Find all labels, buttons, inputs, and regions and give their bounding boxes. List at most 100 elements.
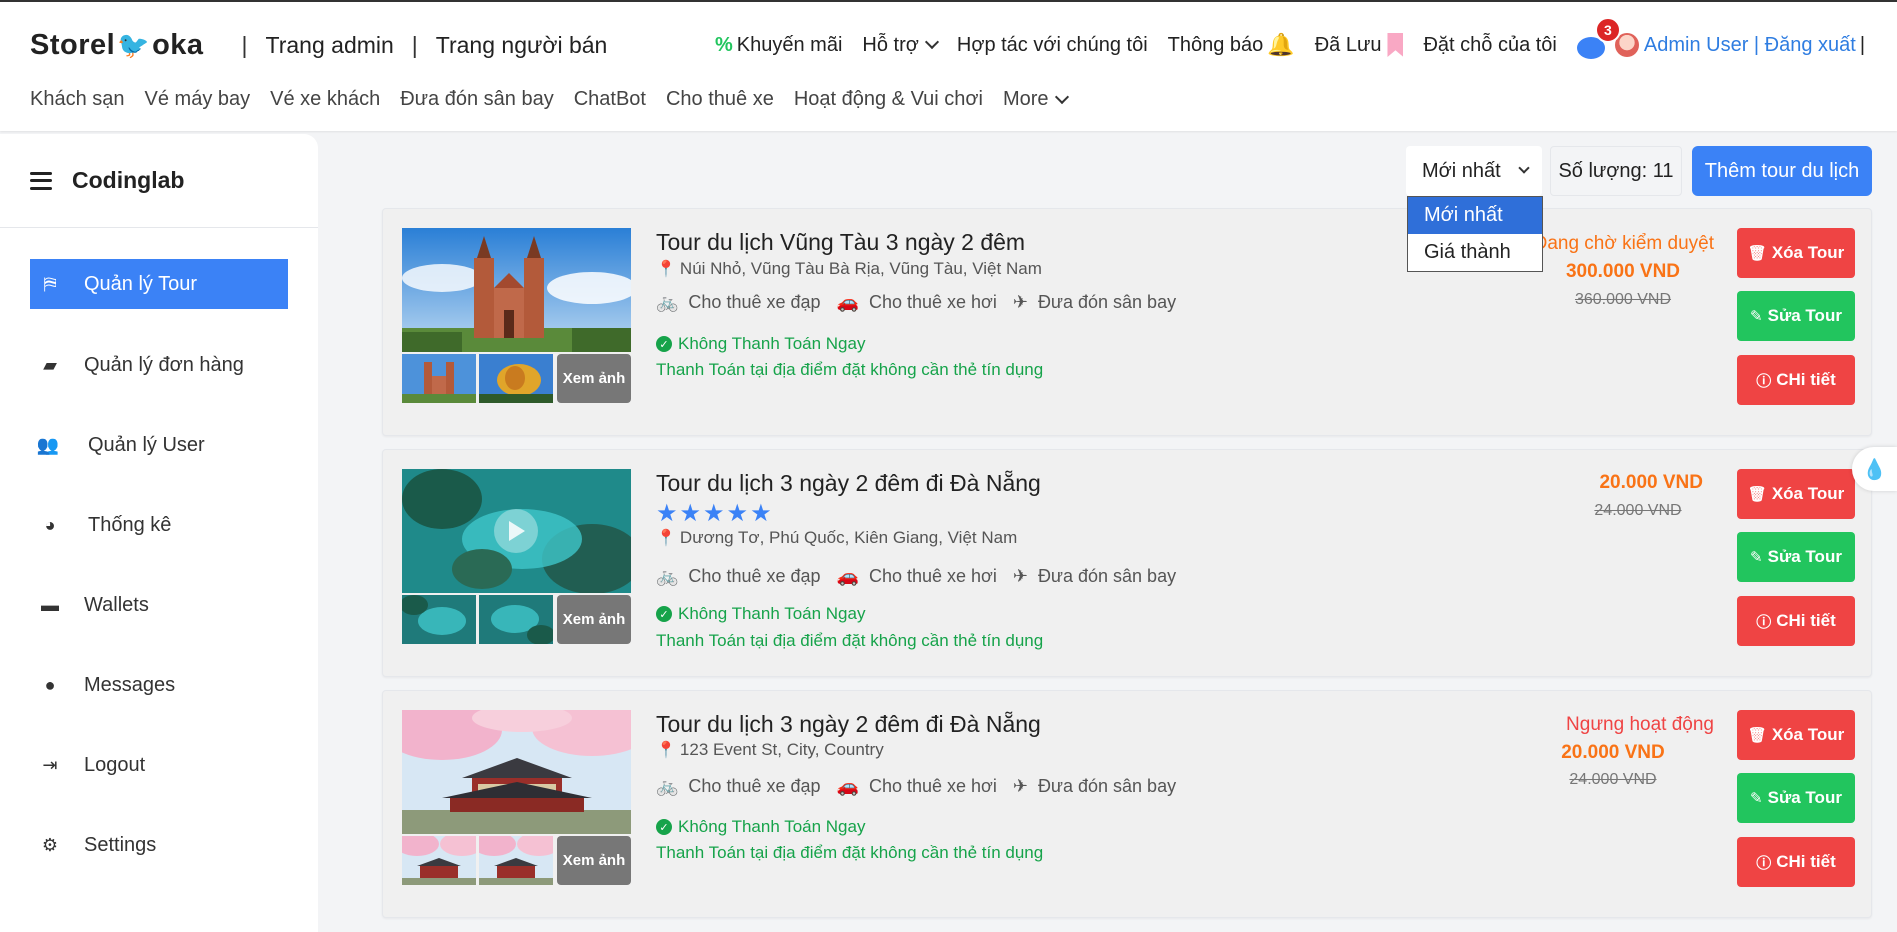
- delete-tour-button[interactable]: 🗑 Xóa Tour: [1737, 710, 1855, 760]
- edit-tour-button[interactable]: ✎ Sửa Tour: [1737, 532, 1855, 582]
- notifications-label: Thông báo: [1167, 33, 1264, 56]
- sidebar-item-settings[interactable]: ⚙ Settings: [30, 820, 288, 870]
- gear-icon: ⚙: [41, 834, 59, 855]
- nav-car-rental[interactable]: Cho thuê xe: [666, 88, 774, 111]
- sidebar-item-users[interactable]: 👥 Quản lý User: [30, 420, 288, 470]
- detail-label: CHi tiết: [1776, 370, 1836, 389]
- see-photos-button[interactable]: Xem ảnh: [557, 595, 631, 644]
- detail-label: CHi tiết: [1776, 852, 1836, 871]
- support-label: Hỗ trợ: [862, 33, 919, 56]
- sparkle-drop-icon[interactable]: 💧: [1852, 447, 1897, 491]
- nav-more-label: More: [1002, 88, 1049, 110]
- edit-icon: ✎: [1750, 549, 1763, 566]
- check-circle-icon: ✓: [656, 336, 672, 352]
- nav-hotels[interactable]: Khách sạn: [30, 88, 125, 111]
- star-icon: ★: [703, 500, 725, 527]
- trash-icon: 🗑: [1747, 486, 1767, 503]
- saved-link[interactable]: Đã Lưu: [1315, 33, 1404, 57]
- sidebar-item-wallets[interactable]: ▬ Wallets: [30, 580, 288, 630]
- tour-thumbnail[interactable]: [402, 836, 476, 885]
- sort-dropdown: Mới nhất Giá thành: [1407, 196, 1543, 272]
- tour-title[interactable]: Tour du lịch Vũng Tàu 3 ngày 2 đêm: [656, 229, 1025, 256]
- sort-option-price[interactable]: Giá thành: [1408, 234, 1542, 271]
- tour-thumbnail[interactable]: [402, 354, 476, 403]
- main-nav: Khách sạn Vé máy bay Vé xe khách Đưa đón…: [30, 88, 1087, 111]
- car-icon: 🚗: [836, 292, 859, 312]
- tour-card: Xem ảnh Tour du lịch 3 ngày 2 đêm đi Đà …: [382, 690, 1872, 918]
- tour-thumbnail[interactable]: [479, 836, 553, 885]
- tour-detail-button[interactable]: ⓘ CHi tiết: [1737, 596, 1855, 646]
- sidebar-item-logout[interactable]: ⇥ Logout: [30, 740, 288, 790]
- user-logout-link[interactable]: Admin User | Đăng xuất: [1644, 34, 1856, 57]
- tour-thumbnail[interactable]: [479, 354, 553, 403]
- see-photos-button[interactable]: Xem ảnh: [557, 836, 631, 885]
- top-header: Storel 🐦 oka | Trang admin | Trang người…: [0, 0, 1897, 131]
- tour-count: Số lượng: 11: [1550, 146, 1682, 196]
- tour-amenities: 🚲 Cho thuê xe đạp 🚗 Cho thuê xe hơi ✈ Đưa đ…: [656, 566, 1192, 587]
- plane-icon: ✈: [1012, 292, 1028, 312]
- edit-icon: ✎: [1750, 790, 1763, 807]
- tour-status: Đang chờ kiểm duyệt: [1533, 233, 1714, 254]
- tour-old-price: 360.000 VND: [1574, 291, 1672, 308]
- payment-info: ✓ Không Thanh Toán Ngay: [656, 334, 865, 354]
- menu-icon[interactable]: [30, 171, 52, 190]
- add-tour-button[interactable]: Thêm tour du lịch: [1692, 146, 1872, 196]
- tour-main-image[interactable]: [402, 710, 631, 834]
- tour-title[interactable]: Tour du lịch 3 ngày 2 đêm đi Đà Nẵng: [656, 470, 1041, 497]
- payment-info: ✓ Không Thanh Toán Ngay: [656, 817, 865, 837]
- tour-detail-button[interactable]: ⓘ CHi tiết: [1737, 355, 1855, 405]
- check-circle-icon: ✓: [656, 819, 672, 835]
- tour-title[interactable]: Tour du lịch 3 ngày 2 đêm đi Đà Nẵng: [656, 711, 1041, 738]
- nav-activities[interactable]: Hoạt động & Vui chơi: [794, 88, 983, 111]
- tour-thumbnail[interactable]: [402, 595, 476, 644]
- car-icon: 🚗: [836, 776, 859, 796]
- site-logo[interactable]: Storel 🐦 oka: [30, 29, 204, 62]
- promo-link[interactable]: % Khuyến mãi: [715, 34, 842, 57]
- payment-title: Không Thanh Toán Ngay: [678, 817, 866, 836]
- chevron-down-icon: [1054, 89, 1069, 104]
- delete-label: Xóa Tour: [1771, 243, 1845, 262]
- bookings-link[interactable]: Đặt chỗ của tôi: [1423, 34, 1556, 57]
- tour-amenities: 🚲 Cho thuê xe đạp 🚗 Cho thuê xe hơi ✈ Đưa đ…: [656, 292, 1192, 313]
- partner-link[interactable]: Hợp tác với chúng tôi: [957, 34, 1148, 57]
- delete-tour-button[interactable]: 🗑 Xóa Tour: [1737, 228, 1855, 278]
- nav-chatbot[interactable]: ChatBot: [574, 88, 646, 111]
- delete-tour-button[interactable]: 🗑 Xóa Tour: [1737, 469, 1855, 519]
- support-dropdown[interactable]: Hỗ trợ: [862, 33, 939, 57]
- sort-select[interactable]: Mới nhất: [1406, 146, 1542, 196]
- tour-main-image[interactable]: [402, 469, 631, 593]
- tour-main-image[interactable]: [402, 228, 631, 352]
- sidebar-item-stats[interactable]: ◕ Thống kê: [30, 500, 288, 550]
- tour-price: 20.000 VND: [1561, 742, 1665, 763]
- nav-flights[interactable]: Vé máy bay: [145, 88, 251, 111]
- sidebar-item-label: Wallets: [84, 593, 149, 616]
- seller-page-link[interactable]: Trang người bán: [436, 32, 608, 59]
- sidebar-item-messages[interactable]: ● Messages: [30, 660, 288, 710]
- nav-bus[interactable]: Vé xe khách: [270, 88, 380, 111]
- notifications-link[interactable]: Thông báo 🔔: [1168, 32, 1295, 58]
- edit-tour-button[interactable]: ✎ Sửa Tour: [1737, 773, 1855, 823]
- tour-thumbnail[interactable]: [479, 595, 553, 644]
- chat-button[interactable]: 3: [1576, 17, 1621, 59]
- percent-icon: %: [715, 33, 733, 56]
- amenity-label: Cho thuê xe đạp: [688, 776, 821, 796]
- sidebar-item-tours[interactable]: ⛿ Quản lý Tour: [30, 259, 288, 309]
- edit-icon: ✎: [1750, 308, 1763, 325]
- nav-more[interactable]: More: [1002, 88, 1069, 111]
- payment-title: Không Thanh Toán Ngay: [678, 604, 866, 623]
- sort-option-newest[interactable]: Mới nhất: [1408, 197, 1542, 234]
- tour-location: 📍 Núi Nhỏ, Vũng Tàu Bà Rịa, Vũng Tàu, Vi…: [656, 259, 1042, 279]
- admin-page-link[interactable]: Trang admin: [266, 32, 394, 59]
- edit-tour-button[interactable]: ✎ Sửa Tour: [1737, 291, 1855, 341]
- sidebar-item-label: Quản lý User: [88, 433, 205, 456]
- logout-icon: ⇥: [42, 754, 58, 775]
- amenity-label: Cho thuê xe đạp: [688, 292, 821, 312]
- tour-location: 📍 123 Event St, City, Country: [656, 740, 884, 760]
- plane-icon: ✈: [1012, 566, 1028, 586]
- logo-text-right: oka: [152, 28, 204, 61]
- nav-airport-transfer[interactable]: Đưa đón sân bay: [400, 88, 554, 111]
- see-photos-button[interactable]: Xem ảnh: [557, 354, 631, 403]
- tour-detail-button[interactable]: ⓘ CHi tiết: [1737, 837, 1855, 887]
- sidebar-item-orders[interactable]: ▰ Quản lý đơn hàng: [30, 340, 288, 390]
- amenity-label: Đưa đón sân bay: [1037, 566, 1177, 586]
